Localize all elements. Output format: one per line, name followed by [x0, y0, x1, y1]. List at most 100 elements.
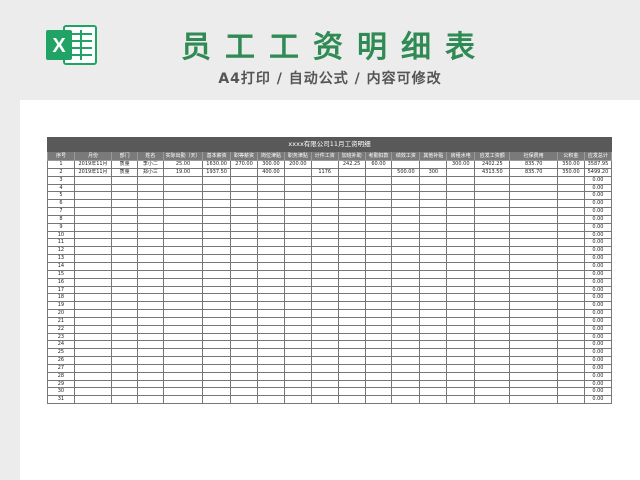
- table-cell[interactable]: 0.00: [583, 254, 613, 263]
- table-cell[interactable]: [364, 246, 393, 256]
- table-cell[interactable]: [364, 175, 393, 185]
- table-cell[interactable]: [364, 324, 393, 334]
- table-cell[interactable]: [137, 269, 164, 279]
- table-cell[interactable]: [474, 269, 511, 279]
- table-cell[interactable]: [137, 309, 164, 318]
- table-cell[interactable]: [509, 332, 558, 342]
- table-cell[interactable]: [509, 356, 558, 365]
- table-cell[interactable]: [391, 261, 421, 271]
- table-cell[interactable]: [509, 293, 558, 303]
- table-cell[interactable]: [419, 261, 448, 271]
- table-cell[interactable]: 0.00: [583, 285, 613, 295]
- table-cell[interactable]: 300.00: [257, 160, 285, 169]
- table-cell[interactable]: [310, 293, 339, 303]
- table-cell[interactable]: 0.00: [583, 199, 613, 209]
- table-cell[interactable]: [137, 222, 164, 232]
- table-cell[interactable]: [202, 316, 232, 326]
- table-cell[interactable]: [391, 293, 421, 303]
- table-cell[interactable]: [391, 230, 421, 240]
- table-cell[interactable]: 30: [47, 387, 75, 397]
- table-cell[interactable]: [509, 199, 558, 209]
- table-cell[interactable]: 7: [47, 207, 75, 216]
- table-cell[interactable]: [419, 254, 448, 263]
- table-cell[interactable]: [391, 316, 421, 326]
- table-cell[interactable]: [509, 340, 558, 350]
- table-cell[interactable]: [162, 340, 204, 350]
- table-cell[interactable]: [310, 371, 339, 381]
- table-cell[interactable]: [230, 269, 258, 279]
- table-cell[interactable]: [230, 183, 258, 193]
- table-cell[interactable]: [391, 356, 421, 365]
- table-cell[interactable]: [391, 269, 421, 279]
- table-cell[interactable]: [283, 324, 312, 334]
- table-cell[interactable]: [257, 254, 285, 263]
- table-cell[interactable]: 9: [47, 222, 75, 232]
- table-cell[interactable]: 2019年11月: [73, 167, 113, 177]
- table-cell[interactable]: [283, 395, 312, 405]
- table-cell[interactable]: [162, 277, 204, 287]
- table-cell[interactable]: 0.00: [583, 222, 613, 232]
- table-cell[interactable]: [73, 340, 113, 350]
- table-cell[interactable]: [111, 230, 138, 240]
- table-cell[interactable]: [509, 395, 558, 405]
- table-cell[interactable]: [391, 348, 421, 358]
- table-cell[interactable]: [509, 246, 558, 256]
- table-cell[interactable]: [111, 324, 138, 334]
- table-cell[interactable]: [474, 285, 511, 295]
- table-cell[interactable]: [73, 293, 113, 303]
- table-cell[interactable]: [364, 214, 393, 224]
- table-cell[interactable]: [474, 214, 511, 224]
- table-cell[interactable]: [364, 316, 393, 326]
- table-cell[interactable]: [202, 261, 232, 271]
- table-cell[interactable]: [337, 324, 366, 334]
- table-cell[interactable]: [509, 261, 558, 271]
- table-cell[interactable]: [283, 363, 312, 373]
- table-cell[interactable]: [337, 379, 366, 389]
- table-cell[interactable]: [111, 254, 138, 263]
- table-cell[interactable]: 22: [47, 324, 75, 334]
- table-cell[interactable]: [556, 277, 585, 287]
- table-cell[interactable]: [364, 254, 393, 263]
- table-cell[interactable]: 2019年11月: [73, 160, 113, 169]
- column-header[interactable]: 序号: [47, 151, 75, 161]
- table-cell[interactable]: [73, 316, 113, 326]
- table-cell[interactable]: 28: [47, 371, 75, 381]
- table-cell[interactable]: [230, 301, 258, 311]
- table-cell[interactable]: 10: [47, 230, 75, 240]
- table-cell[interactable]: 李小二: [137, 160, 164, 169]
- table-cell[interactable]: 1176: [310, 167, 339, 177]
- table-cell[interactable]: [283, 332, 312, 342]
- table-cell[interactable]: [310, 254, 339, 263]
- table-cell[interactable]: [446, 309, 476, 318]
- table-cell[interactable]: 5: [47, 191, 75, 201]
- table-cell[interactable]: [556, 222, 585, 232]
- table-cell[interactable]: [419, 379, 448, 389]
- table-cell[interactable]: [337, 214, 366, 224]
- table-cell[interactable]: [230, 191, 258, 201]
- table-cell[interactable]: 0.00: [583, 191, 613, 201]
- table-cell[interactable]: [310, 207, 339, 216]
- table-cell[interactable]: [446, 277, 476, 287]
- table-cell[interactable]: [230, 348, 258, 358]
- table-cell[interactable]: [257, 363, 285, 373]
- table-cell[interactable]: [111, 199, 138, 209]
- table-cell[interactable]: [162, 387, 204, 397]
- table-cell[interactable]: [111, 175, 138, 185]
- table-cell[interactable]: [257, 199, 285, 209]
- table-cell[interactable]: [202, 191, 232, 201]
- table-cell[interactable]: [310, 230, 339, 240]
- table-cell[interactable]: [419, 277, 448, 287]
- table-cell[interactable]: [230, 387, 258, 397]
- table-cell[interactable]: [337, 175, 366, 185]
- table-cell[interactable]: [73, 261, 113, 271]
- table-cell[interactable]: [509, 254, 558, 263]
- table-cell[interactable]: [391, 222, 421, 232]
- table-cell[interactable]: [162, 238, 204, 248]
- table-cell[interactable]: [364, 293, 393, 303]
- table-cell[interactable]: [419, 199, 448, 209]
- table-cell[interactable]: [474, 379, 511, 389]
- table-cell[interactable]: 2402.25: [474, 160, 511, 169]
- table-cell[interactable]: [230, 261, 258, 271]
- table-cell[interactable]: [283, 254, 312, 263]
- table-cell[interactable]: [364, 238, 393, 248]
